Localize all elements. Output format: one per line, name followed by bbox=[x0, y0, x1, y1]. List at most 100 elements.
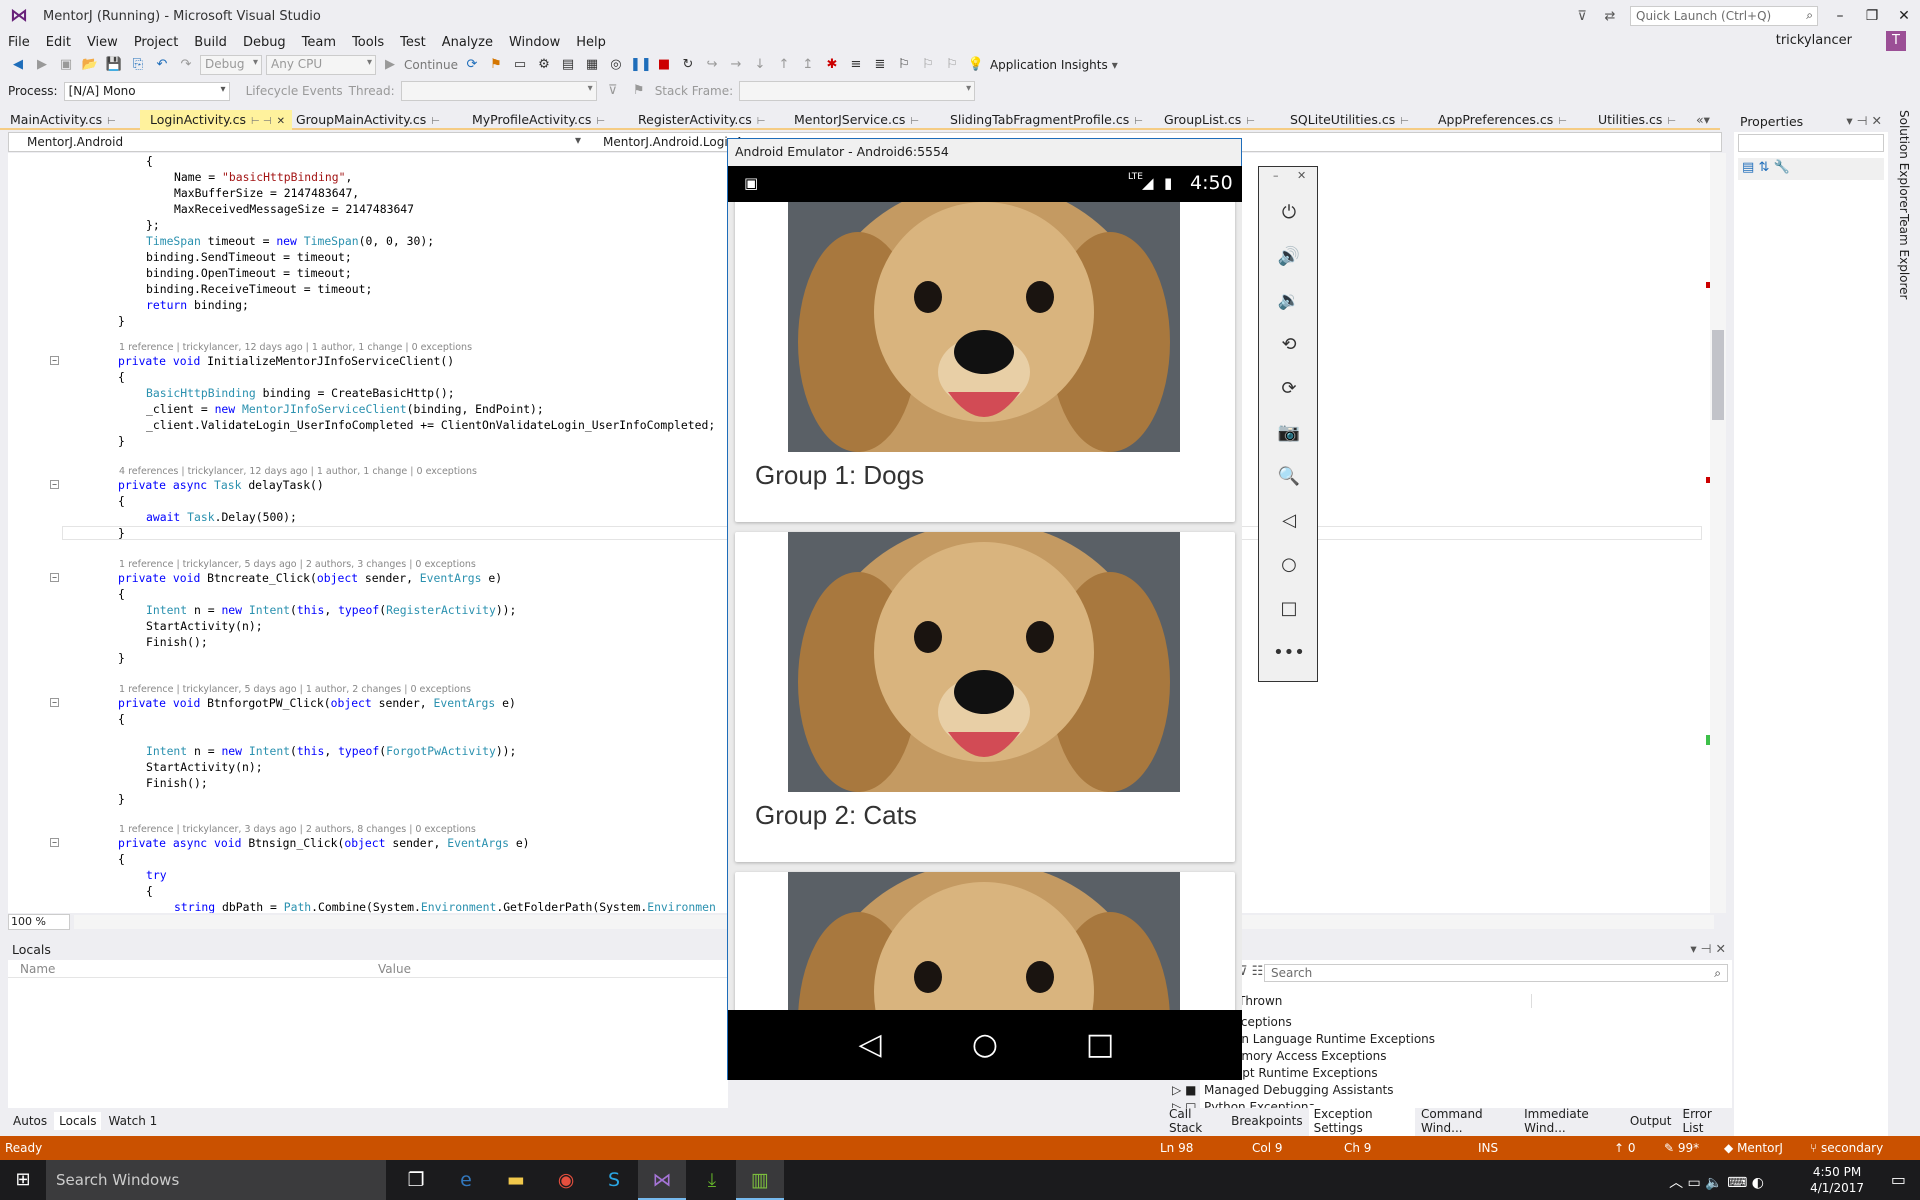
menu-analyze[interactable]: Analyze bbox=[434, 35, 501, 50]
project-dropdown[interactable]: MentorJ.Android bbox=[27, 135, 123, 149]
browser-link-icon[interactable]: ⚑ bbox=[486, 55, 506, 75]
platform-combo[interactable]: Any CPU bbox=[266, 55, 376, 75]
code-lens[interactable]: 4 references | trickylancer, 12 days ago… bbox=[119, 466, 477, 477]
pin-icon[interactable]: ⊢ ⊣ bbox=[251, 116, 272, 127]
rotate-left-icon[interactable]: ⟲ bbox=[1269, 329, 1309, 361]
redo-icon[interactable]: ↷ bbox=[176, 55, 196, 75]
next-bookmark-icon[interactable]: ⚐ bbox=[942, 55, 962, 75]
menu-debug[interactable]: Debug bbox=[235, 35, 294, 50]
new-project-icon[interactable]: ▣ bbox=[56, 55, 76, 75]
flag-icon[interactable]: ⚑ bbox=[629, 81, 649, 101]
step-over-icon[interactable]: ↓ bbox=[750, 55, 770, 75]
feedback-icon[interactable]: ⇄ bbox=[1596, 9, 1624, 24]
checkbox[interactable]: ■ bbox=[1185, 1083, 1196, 1097]
scrollbar-thumb[interactable] bbox=[1712, 330, 1724, 420]
user-name[interactable]: trickylancer bbox=[1776, 33, 1852, 48]
collapse-icon[interactable]: − bbox=[50, 480, 59, 489]
tab-overflow-icon[interactable]: «▾ bbox=[1692, 110, 1720, 130]
continue-button[interactable]: Continue bbox=[404, 58, 458, 72]
pin-icon[interactable]: ⊢ bbox=[757, 116, 766, 127]
tab-app-preferences[interactable]: AppPreferences.cs ⊢ bbox=[1428, 110, 1588, 130]
clock[interactable]: 4:50 PM 4/1/2017 bbox=[1810, 1164, 1864, 1196]
collapse-icon[interactable]: − bbox=[50, 356, 59, 365]
android-sdk-icon[interactable]: ⚙ bbox=[534, 55, 554, 75]
filter-icon[interactable]: ⊽ bbox=[1568, 9, 1596, 24]
tab-register-activity[interactable]: RegisterActivity.cs ⊢ bbox=[628, 110, 792, 130]
tab-watch-1[interactable]: Watch 1 bbox=[103, 1112, 162, 1130]
volume-down-icon[interactable]: 🔉 bbox=[1269, 285, 1309, 317]
uncomment-icon[interactable]: ≣ bbox=[870, 55, 890, 75]
pin-icon[interactable]: ⊢ bbox=[1558, 116, 1567, 127]
pin-icon[interactable]: ⊢ bbox=[1134, 116, 1143, 127]
close-icon[interactable]: ✕ bbox=[1297, 169, 1306, 182]
comment-icon[interactable]: ≡ bbox=[846, 55, 866, 75]
save-icon[interactable]: 💾 bbox=[104, 55, 124, 75]
column-thrown[interactable]: Thrown bbox=[1238, 994, 1532, 1008]
visual-studio-icon[interactable]: ⋈ bbox=[638, 1160, 686, 1200]
network-icon[interactable]: ▭ bbox=[1688, 1175, 1701, 1191]
power-icon[interactable]: ⏻ bbox=[1269, 197, 1309, 229]
undo-icon[interactable]: ↶ bbox=[152, 55, 172, 75]
skype-icon[interactable]: S bbox=[590, 1160, 638, 1200]
home-icon[interactable]: ○ bbox=[1269, 549, 1309, 581]
android-emulator-icon[interactable]: ▥ bbox=[736, 1160, 784, 1200]
chrome-icon[interactable]: ◉ bbox=[542, 1160, 590, 1200]
avatar[interactable]: T bbox=[1886, 31, 1906, 51]
pause-icon[interactable]: ❚❚ bbox=[630, 55, 652, 75]
tab-command-window[interactable]: Command Wind... bbox=[1416, 1105, 1518, 1137]
status-publish[interactable]: ↑ 0 bbox=[1614, 1141, 1636, 1155]
alphabetical-icon[interactable]: ⇅ bbox=[1758, 160, 1769, 175]
exception-row[interactable]: ▷ ■ Managed Debugging Assistants bbox=[1172, 1083, 1394, 1097]
pin-icon[interactable]: ⊢ bbox=[1400, 116, 1409, 127]
tab-group-list[interactable]: GroupList.cs ⊢ bbox=[1154, 110, 1278, 130]
pin-icon[interactable]: ⊢ bbox=[107, 116, 116, 127]
tab-sliding-tab-fragment[interactable]: SlidingTabFragmentProfile.cs ⊢ bbox=[940, 110, 1160, 130]
filter-icon[interactable]: ⊽ bbox=[603, 81, 623, 101]
exception-row[interactable]: ript Runtime Exceptions bbox=[1234, 1066, 1378, 1080]
quick-launch-input[interactable]: Quick Launch (Ctrl+Q) ⌕ bbox=[1630, 6, 1818, 26]
minimize-button[interactable]: – bbox=[1824, 8, 1856, 24]
step-into-icon[interactable]: → bbox=[726, 55, 746, 75]
stack-frame-combo[interactable] bbox=[739, 81, 976, 101]
close-button[interactable]: ✕ bbox=[1888, 8, 1920, 24]
configuration-combo[interactable]: Debug bbox=[200, 55, 262, 75]
tab-group-main-activity[interactable]: GroupMainActivity.cs ⊢ bbox=[286, 110, 458, 130]
back-icon[interactable]: ◁ bbox=[850, 1030, 890, 1060]
volume-up-icon[interactable]: 🔊 bbox=[1269, 241, 1309, 273]
status-repo[interactable]: ◆ MentorJ bbox=[1724, 1141, 1783, 1155]
menu-view[interactable]: View bbox=[79, 35, 126, 50]
vertical-scrollbar[interactable] bbox=[1710, 153, 1726, 913]
more-icon[interactable]: ••• bbox=[1269, 637, 1309, 669]
tab-autos[interactable]: Autos bbox=[8, 1112, 52, 1130]
tab-output[interactable]: Output bbox=[1625, 1112, 1677, 1130]
code-lens[interactable]: 1 reference | trickylancer, 5 days ago |… bbox=[119, 684, 471, 695]
categorized-icon[interactable]: ▤ bbox=[1742, 160, 1754, 175]
menu-help[interactable]: Help bbox=[568, 35, 614, 50]
status-branch[interactable]: ⑂ secondary bbox=[1810, 1141, 1883, 1155]
tab-breakpoints[interactable]: Breakpoints bbox=[1226, 1112, 1307, 1130]
refresh-icon[interactable]: ⟳ bbox=[462, 55, 482, 75]
menu-tools[interactable]: Tools bbox=[344, 35, 392, 50]
property-pages-icon[interactable]: 🔧 bbox=[1773, 160, 1789, 175]
group-card[interactable]: Group 1: Dogs bbox=[735, 202, 1235, 522]
close-icon[interactable]: ✕ bbox=[277, 116, 285, 127]
application-insights-button[interactable]: Application Insights bbox=[990, 58, 1108, 72]
tab-exception-settings[interactable]: Exception Settings bbox=[1308, 1105, 1415, 1137]
expand-icon[interactable]: ▷ bbox=[1172, 1083, 1181, 1097]
prev-bookmark-icon[interactable]: ⚐ bbox=[918, 55, 938, 75]
tab-call-stack[interactable]: Call Stack bbox=[1164, 1105, 1225, 1137]
downloads-icon[interactable]: ⤓ bbox=[688, 1160, 736, 1200]
forward-icon[interactable]: ▶ bbox=[32, 55, 52, 75]
exceptions-icon[interactable]: ✱ bbox=[822, 55, 842, 75]
menu-build[interactable]: Build bbox=[186, 35, 235, 50]
process-combo[interactable]: [N/A] Mono bbox=[63, 81, 230, 101]
home-icon[interactable]: ○ bbox=[965, 1030, 1005, 1060]
continue-icon[interactable]: ▶ bbox=[380, 55, 400, 75]
menu-edit[interactable]: Edit bbox=[38, 35, 79, 50]
side-tab-team-explorer[interactable]: Team Explorer bbox=[1897, 214, 1911, 300]
pin-icon[interactable]: ⊢ bbox=[1246, 116, 1255, 127]
status-changes[interactable]: ✎ 99* bbox=[1664, 1141, 1699, 1155]
taskbar-search-input[interactable]: Search Windows bbox=[46, 1160, 386, 1200]
menu-team[interactable]: Team bbox=[294, 35, 344, 50]
menu-file[interactable]: File bbox=[0, 35, 38, 50]
